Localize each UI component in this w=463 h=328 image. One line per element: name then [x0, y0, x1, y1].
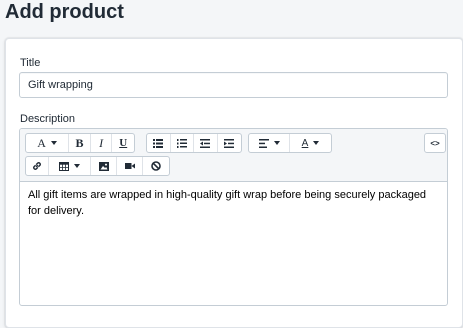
chevron-down-icon — [313, 141, 320, 145]
chevron-down-icon — [50, 141, 57, 145]
description-editor: A B I U A <> All gift items are wrapped … — [19, 128, 448, 306]
list-group — [146, 133, 242, 153]
align-left-icon — [258, 138, 269, 148]
insert-video-button[interactable] — [117, 157, 143, 175]
outdent-button[interactable] — [194, 134, 218, 152]
description-label: Description — [20, 113, 76, 125]
italic-label: I — [99, 135, 104, 150]
underline-button[interactable]: U — [112, 134, 134, 152]
clear-formatting-button[interactable] — [143, 157, 169, 175]
image-icon — [98, 161, 109, 171]
indent-icon — [224, 138, 235, 148]
page-title: Add product — [5, 1, 124, 23]
link-button[interactable] — [26, 157, 49, 175]
font-label: A — [37, 135, 46, 150]
code-view-button[interactable]: <> — [425, 134, 445, 152]
bullet-list-button[interactable] — [147, 134, 171, 152]
bullet-list-icon — [153, 138, 164, 148]
code-view-group: <> — [424, 133, 446, 153]
align-color-group: A — [248, 133, 332, 153]
bold-button[interactable]: B — [69, 134, 91, 152]
insert-group — [25, 156, 170, 176]
editor-toolbar: A B I U A <> — [20, 129, 447, 182]
code-view-label: <> — [430, 138, 440, 148]
insert-image-button[interactable] — [91, 157, 117, 175]
title-input[interactable] — [19, 72, 448, 98]
text-format-group: A B I U — [25, 133, 135, 153]
numbered-list-button[interactable] — [171, 134, 194, 152]
text-color-dropdown[interactable]: A — [290, 134, 331, 152]
link-icon — [33, 162, 41, 170]
chevron-down-icon — [273, 141, 280, 145]
text-color-label: A — [301, 137, 309, 149]
outdent-icon — [200, 138, 211, 148]
chevron-down-icon — [74, 164, 80, 168]
align-dropdown[interactable] — [249, 134, 291, 152]
description-content[interactable]: All gift items are wrapped in high-quali… — [28, 187, 437, 219]
numbered-list-icon — [176, 138, 187, 148]
indent-button[interactable] — [218, 134, 241, 152]
italic-button[interactable]: I — [91, 134, 113, 152]
underline-label: U — [119, 137, 128, 149]
table-icon — [59, 161, 69, 171]
title-label: Title — [20, 57, 41, 69]
table-dropdown[interactable] — [49, 157, 91, 175]
font-dropdown[interactable]: A — [26, 134, 70, 152]
bold-label: B — [75, 135, 84, 150]
video-icon — [124, 163, 135, 169]
clear-formatting-icon — [151, 161, 161, 171]
product-card: Title Description A B I U — [5, 38, 463, 328]
